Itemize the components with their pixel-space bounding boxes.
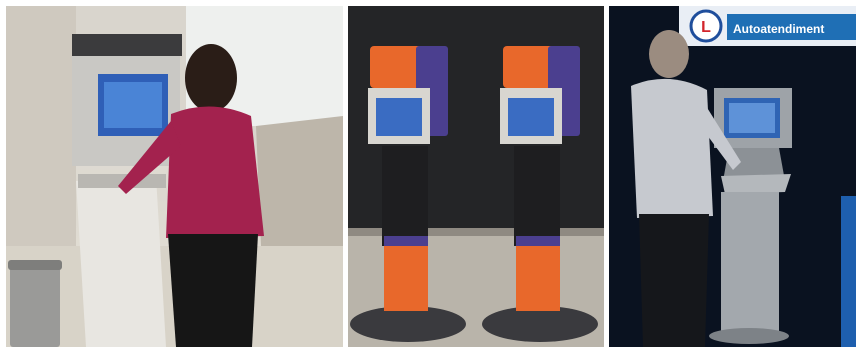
photo-two-kiosks [348,6,604,347]
kiosk-left-screen [376,98,422,136]
photo-woman-at-kiosk [6,6,343,347]
kiosk-screen-content [104,82,162,128]
woman-hair [185,44,237,112]
kiosk-base [709,328,789,344]
man-head [649,30,689,78]
kiosk-keyboard-shelf [721,174,791,194]
kiosk-left-base-stripe [384,236,428,246]
counter [256,116,343,256]
trash-bin [10,264,60,347]
photo-woman-at-kiosk-drawing [6,6,343,347]
kiosk-right-screen [508,98,554,136]
kiosk-screen-content [729,103,775,133]
woman-trousers [168,234,258,347]
kiosk-body [721,192,779,332]
kiosk-right-column [514,146,560,246]
banner-text: Autoatendiment [733,22,824,36]
blue-panel-edge [841,196,856,347]
woman-sweater [166,106,264,239]
kiosk-right-orange-base [516,236,560,311]
photo-two-kiosks-drawing [348,6,604,347]
kiosk-body [76,176,166,347]
trash-bin-lid [8,260,62,270]
man-trousers [639,214,709,347]
photo-man-at-kiosk: L Autoatendiment [609,6,856,347]
kiosk-left-floor-mat [350,306,466,342]
kiosk-right-base-stripe [516,236,560,246]
kiosk-left-orange-base [384,236,428,311]
kiosk-left-column [382,146,428,246]
kiosk-header-sign [72,34,182,56]
photo-man-at-kiosk-drawing: L Autoatendiment [609,6,856,347]
kiosk-right-floor-mat [482,306,598,342]
logo-letter: L [701,19,711,36]
